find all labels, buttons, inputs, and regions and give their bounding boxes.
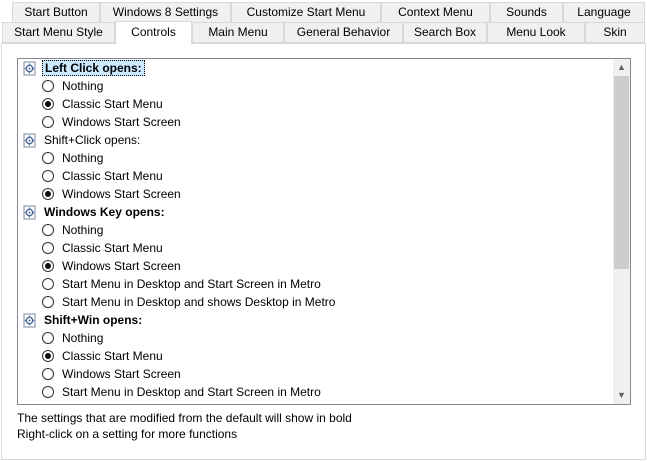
radio-option[interactable]: Start Menu in Desktop and shows Desktop … — [18, 293, 613, 311]
tab-search-box[interactable]: Search Box — [403, 22, 487, 43]
radio-option-label: Nothing — [62, 79, 104, 93]
radio-checked-icon[interactable] — [42, 188, 54, 200]
radio-option[interactable]: Nothing — [18, 329, 613, 347]
radio-option[interactable]: Classic Start Menu — [18, 167, 613, 185]
tab-skin[interactable]: Skin — [585, 22, 645, 43]
setting-group[interactable]: Windows Key opens: — [18, 203, 613, 221]
radio-option-label: Windows Start Screen — [62, 115, 181, 129]
radio-option-label: Start Menu in Desktop and shows Desktop … — [62, 295, 336, 309]
radio-unchecked-icon[interactable] — [42, 296, 54, 308]
radio-option[interactable]: Windows Start Screen — [18, 257, 613, 275]
gear-settings-icon — [22, 313, 37, 328]
radio-option-label: Nothing — [62, 331, 104, 345]
radio-option[interactable]: Start Menu in Desktop and Start Screen i… — [18, 383, 613, 401]
radio-checked-icon[interactable] — [42, 350, 54, 362]
radio-option[interactable]: Windows Start Screen — [18, 113, 613, 131]
radio-option-label: Windows Start Screen — [62, 367, 181, 381]
radio-unchecked-icon[interactable] — [42, 386, 54, 398]
gear-settings-icon — [22, 205, 37, 220]
tab-context-menu[interactable]: Context Menu — [381, 2, 490, 23]
radio-option-label: Start Menu in Desktop and Start Screen i… — [62, 385, 321, 399]
radio-checked-icon[interactable] — [42, 260, 54, 272]
radio-option[interactable]: Classic Start Menu — [18, 95, 613, 113]
radio-option[interactable]: Nothing — [18, 221, 613, 239]
radio-option[interactable]: Nothing — [18, 149, 613, 167]
setting-group-label: Left Click opens: — [42, 60, 145, 76]
tab-main-menu[interactable]: Main Menu — [192, 22, 284, 43]
radio-option[interactable]: Windows Start Screen — [18, 365, 613, 383]
radio-option-label: Nothing — [62, 223, 104, 237]
radio-unchecked-icon[interactable] — [42, 170, 54, 182]
scrollbar-thumb[interactable] — [614, 76, 629, 269]
vertical-scrollbar[interactable]: ▲ ▼ — [613, 59, 630, 404]
scroll-down-arrow-icon[interactable]: ▼ — [613, 387, 630, 404]
gear-settings-icon — [22, 133, 37, 148]
radio-option[interactable]: Classic Start Menu — [18, 239, 613, 257]
radio-option-label: Classic Start Menu — [62, 97, 163, 111]
tab-customize-start-menu[interactable]: Customize Start Menu — [231, 2, 381, 23]
tab-sounds[interactable]: Sounds — [490, 2, 563, 23]
footer-note-bold: The settings that are modified from the … — [17, 411, 352, 425]
scroll-up-arrow-icon[interactable]: ▲ — [613, 59, 630, 76]
setting-group[interactable]: Shift+Win opens: — [18, 311, 613, 329]
radio-unchecked-icon[interactable] — [42, 242, 54, 254]
setting-group-label: Shift+Win opens: — [44, 313, 143, 327]
radio-unchecked-icon[interactable] — [42, 116, 54, 128]
radio-option[interactable]: Nothing — [18, 77, 613, 95]
tab-start-button[interactable]: Start Button — [12, 2, 100, 23]
tab-controls[interactable]: Controls — [115, 21, 192, 45]
setting-group-label: Shift+Click opens: — [44, 133, 141, 147]
setting-group[interactable]: Shift+Click opens: — [18, 131, 613, 149]
radio-option-label: Windows Start Screen — [62, 259, 181, 273]
radio-option-label: Start Menu in Desktop and Start Screen i… — [62, 277, 321, 291]
tab-menu-look[interactable]: Menu Look — [487, 22, 585, 43]
radio-checked-icon[interactable] — [42, 98, 54, 110]
settings-list: Left Click opens: Nothing Classic Start Me… — [18, 59, 613, 401]
radio-option-label: Nothing — [62, 151, 104, 165]
radio-option-label: Classic Start Menu — [62, 241, 163, 255]
radio-option[interactable]: Windows Start Screen — [18, 185, 613, 203]
tab-language[interactable]: Language — [563, 2, 645, 23]
setting-group[interactable]: Left Click opens: — [18, 59, 613, 77]
footer-note-rightclick: Right-click on a setting for more functi… — [17, 427, 238, 441]
radio-unchecked-icon[interactable] — [42, 332, 54, 344]
gear-settings-icon — [22, 61, 37, 76]
tab-general-behavior[interactable]: General Behavior — [284, 22, 403, 43]
radio-unchecked-icon[interactable] — [42, 278, 54, 290]
tab-windows-8-settings[interactable]: Windows 8 Settings — [100, 2, 231, 23]
radio-unchecked-icon[interactable] — [42, 224, 54, 236]
tab-start-menu-style[interactable]: Start Menu Style — [2, 22, 115, 43]
radio-unchecked-icon[interactable] — [42, 368, 54, 380]
settings-tree[interactable]: Left Click opens: Nothing Classic Start Me… — [17, 58, 631, 405]
radio-unchecked-icon[interactable] — [42, 152, 54, 164]
radio-option[interactable]: Classic Start Menu — [18, 347, 613, 365]
radio-option-label: Classic Start Menu — [62, 349, 163, 363]
radio-unchecked-icon[interactable] — [42, 80, 54, 92]
setting-group-label: Windows Key opens: — [44, 205, 165, 219]
controls-panel: Left Click opens: Nothing Classic Start Me… — [1, 43, 646, 460]
radio-option-label: Windows Start Screen — [62, 187, 181, 201]
radio-option-label: Classic Start Menu — [62, 169, 163, 183]
radio-option[interactable]: Start Menu in Desktop and Start Screen i… — [18, 275, 613, 293]
